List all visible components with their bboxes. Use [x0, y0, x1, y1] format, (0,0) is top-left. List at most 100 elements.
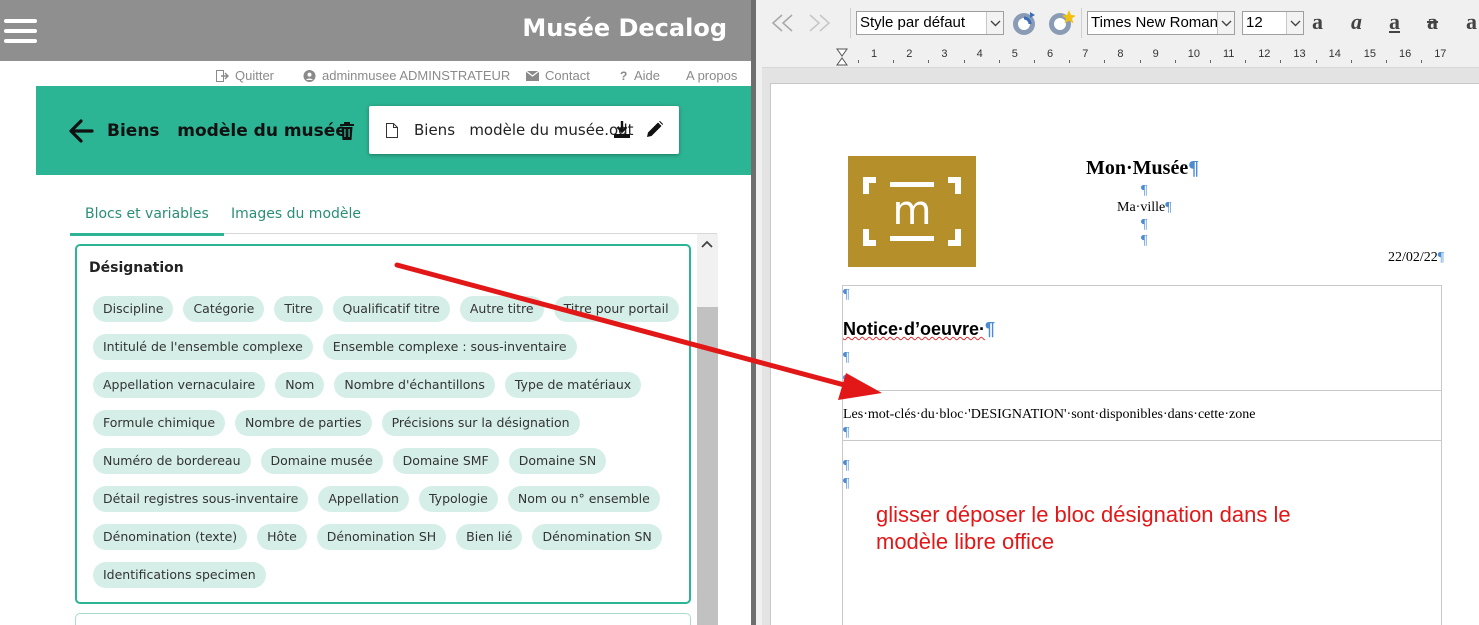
- variable-chip[interactable]: Dénomination SN: [532, 524, 662, 550]
- ruler-tick: [858, 60, 859, 63]
- variable-chip[interactable]: Nombre d'échantillons: [334, 372, 495, 398]
- variable-chip[interactable]: Type de matériaux: [504, 372, 642, 398]
- chevron-down-icon[interactable]: [1286, 12, 1303, 34]
- trash-icon[interactable]: [339, 122, 355, 140]
- variable-chip[interactable]: Dénomination (texte): [93, 524, 248, 550]
- annotation-line-2: modèle libre office: [876, 529, 1055, 554]
- ruler-number: 10: [1187, 48, 1201, 60]
- variable-chip[interactable]: Titre pour portail: [553, 296, 679, 322]
- scroll-thumb[interactable]: [697, 307, 718, 625]
- variable-chip[interactable]: Domaine SMF: [392, 448, 499, 474]
- variable-chip[interactable]: Nombre de parties: [235, 410, 372, 436]
- ruler-tick: [1174, 60, 1176, 63]
- hamburger-menu-icon[interactable]: [4, 19, 37, 43]
- help-link[interactable]: ? Aide: [620, 68, 660, 83]
- variable-chip[interactable]: Nom: [275, 372, 325, 398]
- pencil-icon[interactable]: [647, 121, 663, 137]
- file-card: Biens modèle du musée.odt: [369, 106, 679, 154]
- ruler-number: 1: [871, 48, 878, 60]
- ruler-tick: [1034, 60, 1035, 63]
- pilcrow: ¶: [843, 287, 850, 302]
- variable-chip[interactable]: Précisions sur la désignation: [381, 410, 580, 436]
- ruler-number: 7: [1082, 48, 1089, 60]
- quit-link[interactable]: Quitter: [216, 68, 274, 83]
- variable-chip[interactable]: Discipline: [93, 296, 174, 322]
- navigate-back-icon[interactable]: [770, 12, 796, 34]
- font-size-select[interactable]: 12: [1242, 11, 1304, 35]
- variable-chip[interactable]: Hôte: [257, 524, 307, 550]
- navigate-forward-icon[interactable]: [806, 12, 832, 34]
- designation-block[interactable]: Désignation Discipline Catégorie Titre Qual…: [75, 244, 691, 604]
- notice-title: Notice·d’oeuvre·¶: [843, 319, 995, 340]
- back-arrow-icon[interactable]: [68, 118, 94, 144]
- download-icon[interactable]: [614, 121, 630, 138]
- chevron-down-icon[interactable]: [1217, 12, 1234, 34]
- chevron-up-icon[interactable]: [700, 238, 714, 250]
- ruler-number: 5: [1011, 48, 1018, 60]
- variable-chip[interactable]: Catégorie: [183, 296, 265, 322]
- annotation-line-1: glisser déposer le bloc désignation dans…: [876, 502, 1291, 527]
- ruler-number: 2: [906, 48, 913, 60]
- contact-label: Contact: [545, 68, 590, 83]
- document-table[interactable]: ¶ Notice·d’oeuvre·¶ ¶ ¶ Les·mot-clés·du·…: [842, 285, 1442, 625]
- top-links: Quitter adminmusee ADMINSTRATEUR Contact…: [0, 66, 751, 86]
- user-link[interactable]: adminmusee ADMINSTRATEUR: [303, 68, 510, 83]
- indent-marker-icon[interactable]: [836, 48, 848, 66]
- tab-model-images[interactable]: Images du modèle: [231, 206, 361, 222]
- next-block-card: [75, 613, 691, 625]
- about-link[interactable]: A propos: [686, 68, 737, 83]
- variable-chip[interactable]: Bien lié: [456, 524, 523, 550]
- chip-row: Dénomination (texte) Hôte Dénomination SH B…: [93, 524, 683, 550]
- scrollbar[interactable]: [697, 234, 718, 625]
- new-style-icon[interactable]: [1047, 10, 1075, 36]
- tab-blocks-variables[interactable]: Blocs et variables: [70, 206, 224, 236]
- block-title: Désignation: [89, 260, 184, 276]
- chip-row: Identifications specimen: [93, 562, 683, 588]
- pilcrow: ¶: [1141, 183, 1148, 198]
- model-title: Biens modèle du musée: [107, 121, 347, 141]
- help-label: Aide: [634, 68, 661, 83]
- variable-chip[interactable]: Domaine musée: [260, 448, 383, 474]
- ruler-tick: [963, 60, 965, 63]
- ruler-tick: [1104, 60, 1106, 63]
- toolbar-separator: [850, 8, 851, 38]
- variable-chip[interactable]: Formule chimique: [93, 410, 226, 436]
- contact-link[interactable]: Contact: [526, 68, 590, 83]
- document-page[interactable]: m Mon·Musée¶ ¶ Ma·ville¶ ¶ ¶ 22/02/22¶ ¶…: [770, 83, 1479, 625]
- ruler-tick: [1069, 60, 1071, 63]
- variable-chip[interactable]: Appellation vernaculaire: [93, 372, 266, 398]
- variable-chip[interactable]: Autre titre: [459, 296, 544, 322]
- file-icon: [386, 123, 398, 138]
- ruler-number: 11: [1223, 48, 1235, 60]
- italic-icon[interactable]: a: [1351, 9, 1362, 35]
- pilcrow: ¶: [843, 425, 850, 440]
- pilcrow: ¶: [1141, 217, 1148, 232]
- variable-chip[interactable]: Typologie: [418, 486, 498, 512]
- variable-chip[interactable]: Qualificatif titre: [332, 296, 450, 322]
- variable-chip[interactable]: Titre: [274, 296, 323, 322]
- variable-chip[interactable]: Domaine SN: [508, 448, 607, 474]
- sign-out-icon: [216, 69, 229, 82]
- variable-chip[interactable]: Intitulé de l'ensemble complexe: [93, 334, 313, 360]
- chevron-down-icon[interactable]: [986, 12, 1003, 34]
- strikethrough-icon[interactable]: a: [1427, 9, 1438, 35]
- variable-chip[interactable]: Ensemble complexe : sous-inventaire: [322, 334, 577, 360]
- variable-chip[interactable]: Numéro de bordereau: [93, 448, 251, 474]
- variable-chip[interactable]: Détail registres sous-inventaire: [93, 486, 309, 512]
- variable-chip[interactable]: Nom ou n° ensemble: [507, 486, 660, 512]
- ruler-number: 3: [941, 48, 948, 60]
- paragraph-style-select[interactable]: Style par défaut: [856, 11, 1004, 35]
- horizontal-ruler[interactable]: 1 2 3 4 5 6 7 8 9 10 11 12 13 14 15 16 17: [762, 46, 1479, 68]
- underline-icon[interactable]: a: [1389, 9, 1400, 35]
- bold-icon[interactable]: a: [1312, 9, 1323, 35]
- variable-chip[interactable]: Dénomination SH: [316, 524, 447, 550]
- museum-name-text: Mon·Musée: [1086, 157, 1189, 179]
- envelope-icon: [526, 70, 539, 81]
- update-style-icon[interactable]: [1011, 10, 1039, 36]
- variable-chip[interactable]: Identifications specimen: [93, 562, 266, 588]
- variable-chip[interactable]: Appellation: [318, 486, 409, 512]
- font-name-select[interactable]: Times New Roman: [1087, 11, 1235, 35]
- logo-letter: m: [892, 188, 932, 234]
- overflow-icon[interactable]: a: [1466, 9, 1477, 35]
- museum-logo: m: [848, 156, 976, 267]
